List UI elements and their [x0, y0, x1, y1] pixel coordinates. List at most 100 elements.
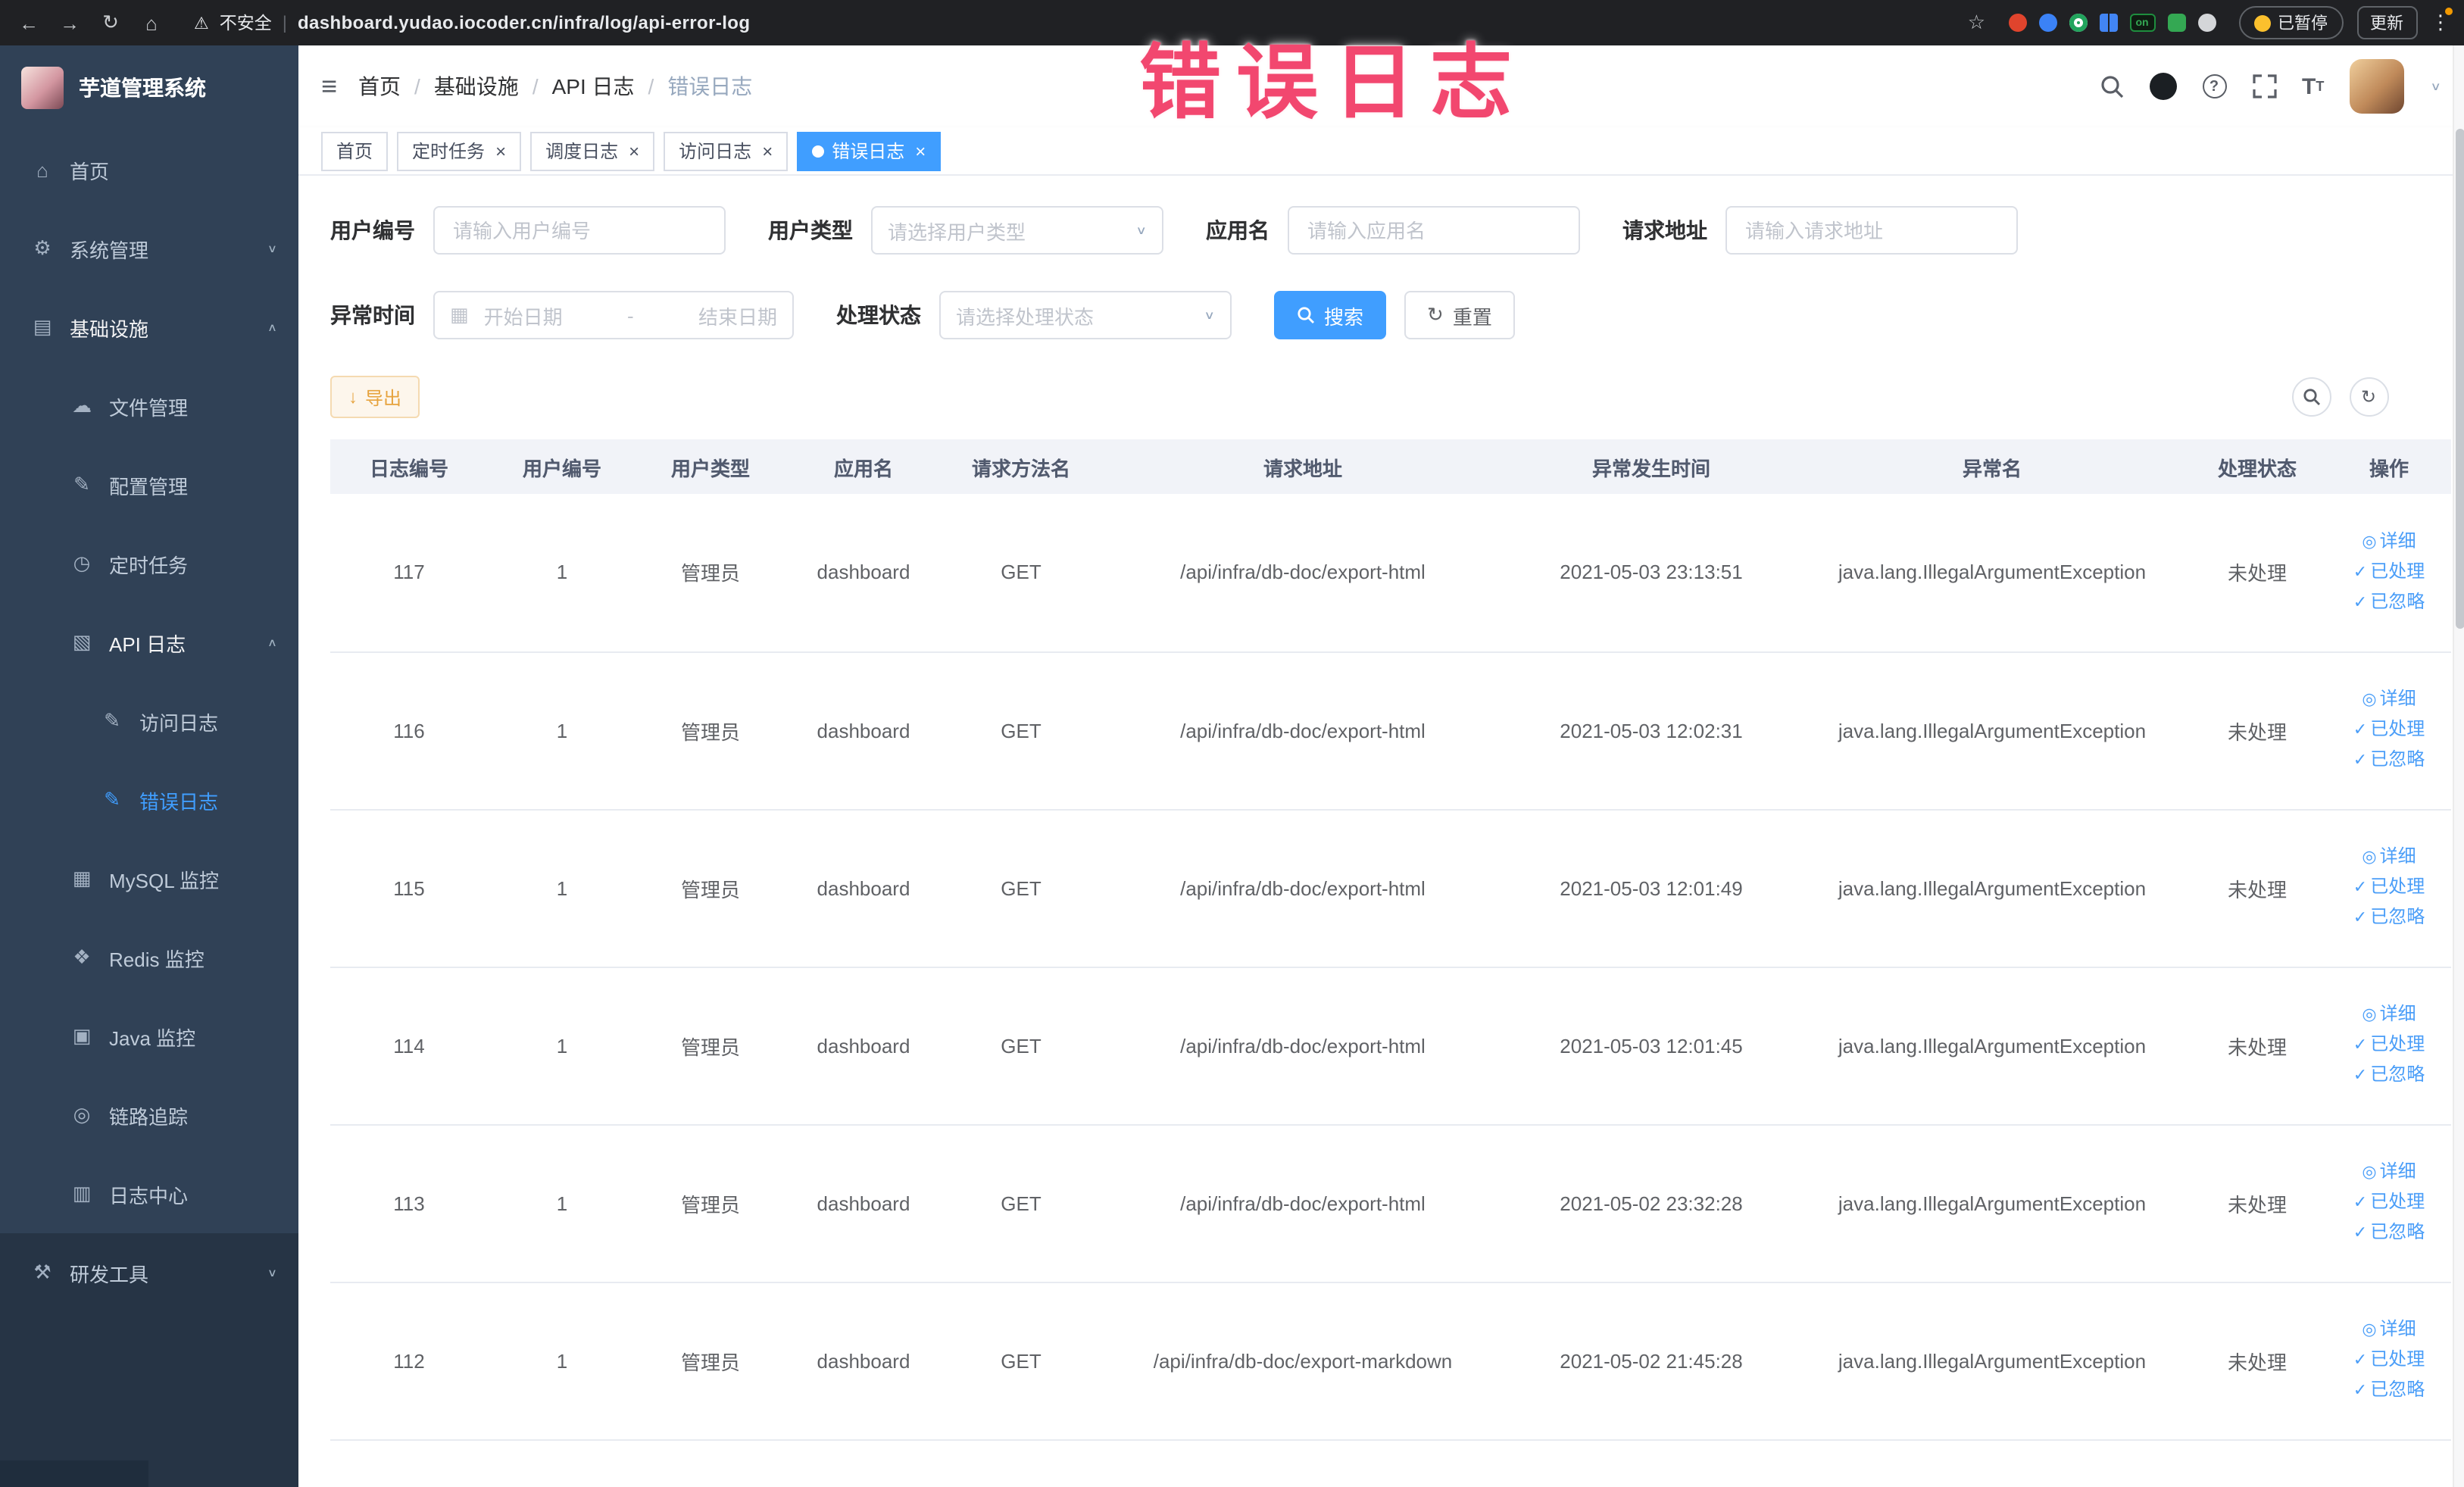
url-text[interactable]: dashboard.yudao.iocoder.cn/infra/log/api… [298, 12, 750, 33]
sidebar-item-infra[interactable]: ▤ 基础设施 ∧ [0, 288, 298, 367]
sidebar-item-trace[interactable]: ◎ 链路追踪 [0, 1076, 298, 1154]
search-icon[interactable] [2099, 74, 2123, 98]
update-dot [2444, 8, 2452, 15]
close-icon[interactable]: × [915, 140, 926, 161]
breadcrumb-infra[interactable]: 基础设施 [434, 71, 519, 102]
request-url-input[interactable] [1725, 206, 2018, 255]
processed-link[interactable]: ✓ 已处理 [2327, 715, 2451, 745]
start-date-placeholder[interactable]: 开始日期 [484, 301, 563, 330]
ignored-link[interactable]: ✓ 已忽略 [2327, 1376, 2451, 1406]
sidebar-collapse-strip[interactable] [0, 1460, 148, 1487]
search-icon [1298, 307, 1314, 323]
detail-link[interactable]: ◎ 详细 [2327, 1157, 2451, 1188]
cell-status: 未处理 [2188, 809, 2327, 967]
detail-link[interactable]: ◎ 详细 [2327, 1315, 2451, 1345]
help-icon[interactable]: ? [2202, 74, 2226, 98]
user-type-select[interactable]: 请选择用户类型 ∨ [871, 206, 1163, 255]
processed-link[interactable]: ✓ 已处理 [2327, 558, 2451, 588]
browser-menu-icon[interactable]: ⋮ [2431, 8, 2452, 35]
process-status-select[interactable]: 请选择处理状态 ∨ [939, 291, 1232, 339]
search-button[interactable]: 搜索 [1274, 291, 1387, 339]
detail-link[interactable]: ◎ 详细 [2327, 842, 2451, 873]
close-icon[interactable]: × [629, 140, 639, 161]
cell-method: GET [942, 651, 1100, 810]
extension-icon-3[interactable] [2069, 14, 2087, 32]
user-id-input[interactable] [433, 206, 726, 255]
extension-icon-2[interactable] [2038, 14, 2056, 32]
extension-icon-1[interactable] [2008, 14, 2026, 32]
tab-access-log[interactable]: 访问日志 × [664, 131, 789, 170]
extension-icon-on[interactable]: on [2129, 14, 2155, 32]
close-icon[interactable]: × [762, 140, 773, 161]
sidebar-item-log-center[interactable]: ▥ 日志中心 [0, 1154, 298, 1233]
reload-icon[interactable]: ↻ [97, 11, 124, 35]
tab-job[interactable]: 定时任务 × [397, 131, 522, 170]
sidebar-item-mysql[interactable]: ▦ MySQL 监控 [0, 839, 298, 918]
hide-search-button[interactable] [2291, 377, 2331, 417]
filter-row-2: 异常时间 ▦ 开始日期 - 结束日期 处理状态 请选择处理状态 ∨ 搜索 ↻ 重… [330, 291, 2452, 339]
sidebar-item-job[interactable]: ◷ 定时任务 [0, 524, 298, 603]
cell-time: 2021-05-03 12:01:49 [1506, 809, 1797, 967]
detail-link[interactable]: ◎ 详细 [2327, 685, 2451, 715]
bookmark-star-icon[interactable]: ☆ [1968, 11, 1985, 35]
ignored-link[interactable]: ✓ 已忽略 [2327, 588, 2451, 618]
address-bar[interactable]: ⚠ 不安全 | dashboard.yudao.iocoder.cn/infra… [194, 11, 750, 35]
font-size-icon[interactable]: TT [2302, 73, 2324, 99]
date-range-picker[interactable]: ▦ 开始日期 - 结束日期 [433, 291, 794, 339]
back-icon[interactable]: ← [15, 11, 42, 34]
close-icon[interactable]: × [495, 140, 506, 161]
cell-time: 2021-05-02 23:32:28 [1506, 1124, 1797, 1282]
tab-job-log[interactable]: 调度日志 × [530, 131, 655, 170]
sidebar-item-home[interactable]: ⌂ 首页 [0, 130, 298, 209]
github-icon[interactable] [2149, 73, 2176, 100]
processed-link[interactable]: ✓ 已处理 [2327, 1345, 2451, 1376]
extension-icon-6[interactable] [2197, 14, 2216, 32]
forward-icon[interactable]: → [56, 11, 83, 34]
chevron-down-icon[interactable]: ∨ [2430, 80, 2441, 93]
home-icon[interactable]: ⌂ [138, 11, 165, 34]
breadcrumb-api-log[interactable]: API 日志 [552, 71, 635, 102]
sidebar-item-dev-tools[interactable]: ⚒ 研发工具 ∨ [0, 1233, 298, 1312]
paused-badge[interactable]: 已暂停 [2238, 6, 2343, 39]
sidebar-item-error-log[interactable]: ✎ 错误日志 [0, 761, 298, 839]
tab-error-log[interactable]: 错误日志 × [797, 131, 942, 170]
breadcrumb-separator: / [532, 74, 539, 98]
sidebar-item-access-log[interactable]: ✎ 访问日志 [0, 682, 298, 761]
processed-link[interactable]: ✓ 已处理 [2327, 1030, 2451, 1061]
hamburger-icon[interactable]: ≡ [321, 70, 337, 102]
ignored-link[interactable]: ✓ 已忽略 [2327, 745, 2451, 776]
processed-link[interactable]: ✓ 已处理 [2327, 1188, 2451, 1218]
update-button[interactable]: 更新 [2356, 6, 2417, 39]
sidebar-item-api-log[interactable]: ▧ API 日志 ∧ [0, 603, 298, 682]
page: ← → ↻ ⌂ ⚠ 不安全 | dashboard.yudao.iocoder.… [0, 0, 2464, 1487]
extension-icon-5[interactable] [2167, 14, 2185, 32]
sidebar-item-redis[interactable]: ❖ Redis 监控 [0, 918, 298, 997]
breadcrumb-home[interactable]: 首页 [358, 71, 401, 102]
security-label[interactable]: 不安全 [220, 11, 272, 35]
extension-icon-4[interactable] [2099, 14, 2117, 32]
detail-link[interactable]: ◎ 详细 [2327, 1000, 2451, 1030]
detail-link[interactable]: ◎ 详细 [2327, 527, 2451, 558]
logo[interactable]: 芋道管理系统 [0, 45, 298, 130]
filter-user-id: 用户编号 [330, 206, 726, 255]
sidebar-item-file[interactable]: ☁ 文件管理 [0, 367, 298, 445]
sidebar-item-java[interactable]: ▣ Java 监控 [0, 997, 298, 1076]
table-row: 114 1 管理员 dashboard GET /api/infra/db-do… [330, 967, 2451, 1125]
scrollbar-thumb[interactable] [2455, 129, 2464, 629]
ignored-label: 已忽略 [2370, 906, 2425, 927]
fullscreen-icon[interactable] [2252, 74, 2276, 98]
processed-link[interactable]: ✓ 已处理 [2327, 873, 2451, 903]
end-date-placeholder[interactable]: 结束日期 [698, 301, 777, 330]
sidebar-item-config[interactable]: ✎ 配置管理 [0, 445, 298, 524]
ignored-link[interactable]: ✓ 已忽略 [2327, 1061, 2451, 1091]
sidebar-item-system[interactable]: ⚙ 系统管理 ∨ [0, 209, 298, 288]
export-button[interactable]: ↓ 导出 [330, 376, 420, 418]
ignored-link[interactable]: ✓ 已忽略 [2327, 903, 2451, 933]
app-name-input[interactable] [1288, 206, 1580, 255]
refresh-table-button[interactable]: ↻ [2349, 377, 2388, 417]
tab-home[interactable]: 首页 [321, 131, 389, 170]
avatar[interactable] [2350, 59, 2405, 114]
reset-button[interactable]: ↻ 重置 [1404, 291, 1515, 339]
ignored-link[interactable]: ✓ 已忽略 [2327, 1218, 2451, 1248]
eye-icon: ◎ [2362, 848, 2377, 867]
